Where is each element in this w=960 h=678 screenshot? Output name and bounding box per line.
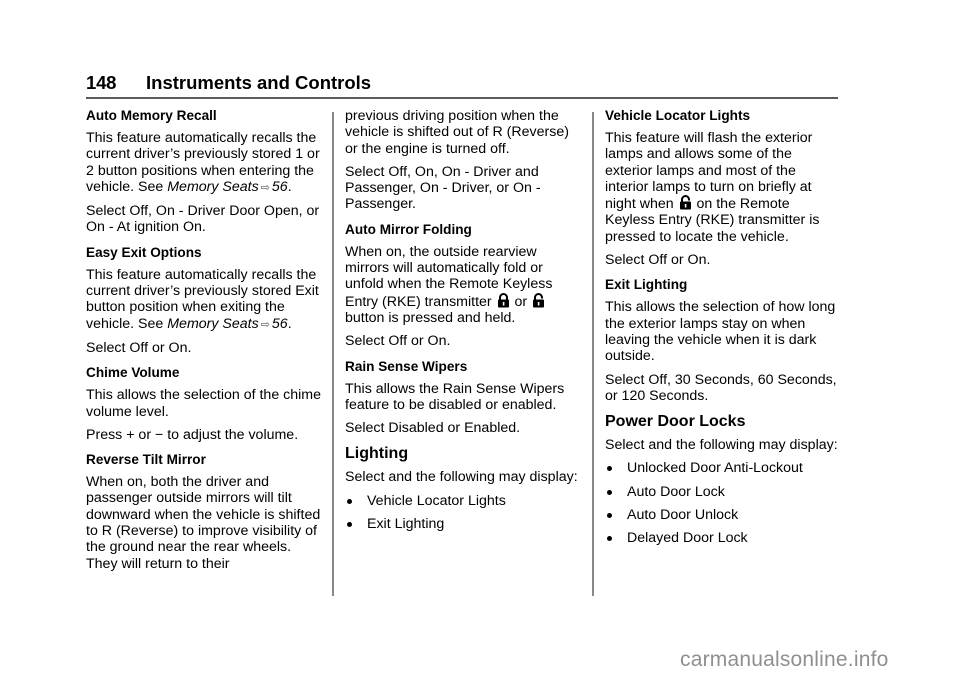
easy-exit-options-options: Select Off or On. — [86, 339, 192, 356]
list-item: Auto Door Lock — [605, 484, 843, 500]
power-door-locks-intro: Select and the following may display: — [605, 437, 838, 454]
reverse-tilt-mirror-body: When on, both the driver and passenger o… — [86, 474, 321, 572]
list-item: Vehicle Locator Lights — [345, 493, 583, 509]
heading-chime-volume: Chime Volume — [86, 365, 180, 381]
heading-easy-exit-options: Easy Exit Options — [86, 244, 202, 260]
exit-lighting-body: This allows the selection of how long th… — [605, 299, 836, 365]
auto-memory-recall-options: Select Off, On - Driver Door Open, or On… — [86, 203, 320, 236]
auto-mirror-folding-body: When on, the outside rearview mirrors wi… — [345, 244, 583, 326]
easy-exit-options-body: This feature automatically recalls the c… — [86, 267, 324, 333]
lighting-intro: Select and the following may display: — [345, 469, 578, 486]
reference-text: Memory Seats — [167, 178, 259, 195]
body-suffix: . — [287, 178, 292, 195]
heading-exit-lighting: Exit Lighting — [605, 277, 688, 293]
section-title: Instruments and Controls — [146, 72, 372, 93]
reference-text: Memory Seats — [167, 315, 259, 332]
auto-mirror-folding-options: Select Off or On. — [345, 333, 451, 350]
header-rule — [86, 97, 838, 99]
column-3: Vehicle Locator Lights This feature will… — [605, 108, 843, 554]
column-1: Auto Memory Recall This feature automati… — [86, 108, 324, 579]
watermark: carmanualsonline.info — [680, 648, 889, 671]
heading-auto-memory-recall: Auto Memory Recall — [86, 108, 217, 123]
heading-lighting: Lighting — [345, 445, 409, 463]
heading-auto-mirror-folding: Auto Mirror Folding — [345, 221, 472, 237]
body-suffix: button is pressed and held. — [345, 309, 516, 326]
heading-power-door-locks: Power Door Locks — [605, 413, 746, 431]
chime-volume-instruction: Press + or − to adjust the volume. — [86, 426, 299, 443]
reference-arrow-icon: ⇨ — [260, 318, 270, 331]
heading-rain-sense-wipers: Rain Sense Wipers — [345, 358, 468, 374]
reference-page: 56 — [271, 315, 288, 332]
reverse-tilt-mirror-options: Select Off, On, On - Driver and Passenge… — [345, 163, 541, 213]
page-header: 148 Instruments and Controls — [86, 70, 838, 98]
heading-reverse-tilt-mirror: Reverse Tilt Mirror — [86, 452, 206, 468]
column-divider — [592, 112, 594, 596]
rain-sense-wipers-body: This allows the Rain Sense Wipers featur… — [345, 380, 565, 413]
conjunction-text: or — [510, 293, 532, 310]
page-number: 148 — [86, 72, 117, 93]
auto-memory-recall-body: This feature automatically recalls the c… — [86, 130, 324, 196]
body-suffix: . — [287, 315, 292, 332]
exit-lighting-options: Select Off, 30 Seconds, 60 Seconds, or 1… — [605, 371, 837, 404]
list-item: Delayed Door Lock — [605, 530, 843, 546]
lock-icon — [497, 292, 509, 308]
rain-sense-wipers-options: Select Disabled or Enabled. — [345, 420, 521, 437]
lock-icon — [679, 195, 691, 210]
reference-arrow-icon: ⇨ — [260, 181, 270, 194]
heading-vehicle-locator-lights: Vehicle Locator Lights — [605, 108, 751, 123]
vehicle-locator-lights-body: This feature will flash the exterior lam… — [605, 130, 843, 245]
reverse-tilt-mirror-continued: previous driving position when the vehic… — [345, 108, 569, 157]
list-item: Auto Door Unlock — [605, 507, 843, 523]
list-item: Unlocked Door Anti-Lockout — [605, 460, 843, 476]
chime-volume-body: This allows the selection of the chime v… — [86, 387, 321, 420]
column-divider — [332, 112, 334, 596]
reference-link-memory-seats[interactable]: Memory Seats ⇨ 56 — [167, 179, 287, 195]
unlock-icon — [533, 292, 545, 308]
reference-link-memory-seats[interactable]: Memory Seats ⇨ 56 — [167, 316, 287, 332]
vehicle-locator-lights-options: Select Off or On. — [605, 252, 711, 269]
list-item: Exit Lighting — [345, 516, 583, 532]
column-2: previous driving position when the vehic… — [345, 108, 583, 539]
reference-page: 56 — [271, 178, 288, 195]
